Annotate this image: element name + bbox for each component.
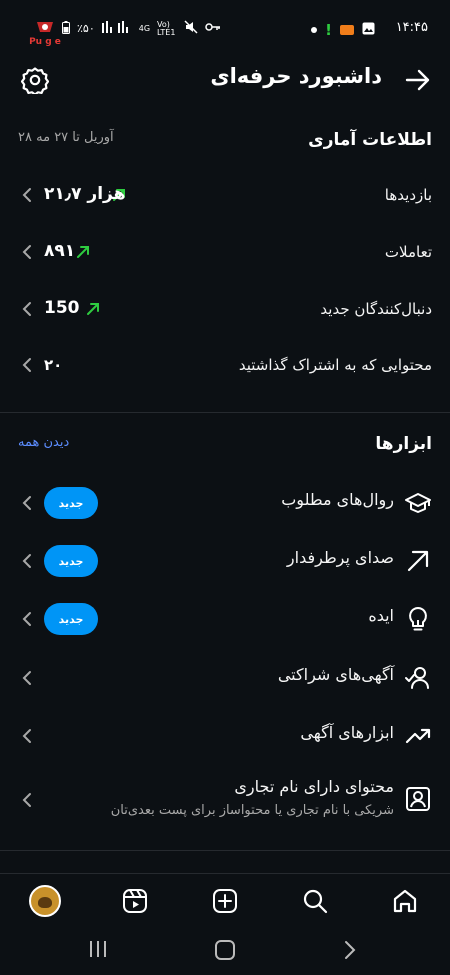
lightbulb-icon <box>409 607 427 631</box>
app-notification-icon <box>340 24 354 35</box>
home-button[interactable] <box>214 939 236 965</box>
trend-up-icon <box>87 303 99 315</box>
stat-value: ۲۱٫۷ هزار <box>44 184 126 204</box>
tools-title: ابزارها <box>375 434 432 454</box>
user-check-icon <box>405 667 429 689</box>
tool-row-ad-tools[interactable]: ابزارهای آگهی <box>0 708 450 764</box>
system-navigation <box>0 927 450 975</box>
stat-row-content-shared[interactable]: محتوایی که به اشتراک گذاشتید ۲۰ <box>0 346 450 386</box>
avatar <box>29 885 61 917</box>
chevron-left-icon <box>22 793 31 807</box>
gear-icon <box>20 67 50 96</box>
tool-label: ابزارهای آگهی <box>300 723 394 742</box>
volte-label: Vo) LTE1 <box>157 19 176 37</box>
stat-label: دنبال‌کنندگان جدید <box>320 300 432 318</box>
image-icon <box>362 20 375 39</box>
chevron-left-icon <box>22 302 31 316</box>
home-icon <box>393 889 417 913</box>
network-type: 4G <box>138 24 151 33</box>
new-badge: جدید <box>44 487 98 519</box>
chevron-left-icon <box>22 188 31 202</box>
chevron-left-icon <box>22 612 31 626</box>
chevron-left-icon <box>22 554 31 568</box>
back-system-button[interactable] <box>342 939 358 965</box>
status-right-icons: ! <box>311 20 375 39</box>
arrow-up-right-icon <box>407 550 429 572</box>
search-tab[interactable] <box>298 884 332 918</box>
settings-button[interactable] <box>20 66 50 98</box>
home-square-icon <box>215 940 235 960</box>
reels-icon <box>123 889 147 913</box>
branded-content-icon <box>406 787 430 811</box>
chevron-left-icon <box>22 358 31 372</box>
stat-row-new-followers[interactable]: دنبال‌کنندگان جدید 150 <box>0 290 450 330</box>
reels-tab[interactable] <box>118 884 152 918</box>
trend-up-icon <box>77 246 89 258</box>
status-bar: Pu g e ٪۵۰ 4G Vo) LTE1 ! ۱۴:۴۵ <box>0 0 450 58</box>
tool-label: روال‌های مطلوب <box>281 490 394 509</box>
stat-label: بازدیدها <box>384 186 432 204</box>
recent-apps-icon <box>90 941 106 957</box>
page-title: داشبورد حرفه‌ای <box>210 64 382 88</box>
tool-label: محتوای دارای نام تجاری <box>234 777 394 796</box>
stats-header: اطلاعات آماری ۲۸ آوریل تا ۲۷ مه <box>0 128 450 158</box>
tools-header: ابزارها دیدن همه <box>0 432 450 462</box>
key-icon <box>205 22 221 35</box>
mute-icon <box>184 20 198 37</box>
stat-value: ۲۰ <box>44 356 63 374</box>
stat-label: محتوایی که به اشتراک گذاشتید <box>238 356 432 374</box>
notification-dot-icon <box>311 26 318 33</box>
tool-label: آگهی‌های شراکتی <box>277 665 394 684</box>
tool-sublabel: شریکی با نام تجاری یا محتواساز برای پست … <box>110 803 394 818</box>
new-badge: جدید <box>44 545 98 577</box>
clock: ۱۴:۴۵ <box>395 20 428 35</box>
chevron-right-icon <box>345 941 356 959</box>
tool-row-ideas[interactable]: ایده جدید <box>0 591 450 647</box>
home-tab[interactable] <box>388 884 422 918</box>
tool-row-branded-content[interactable]: محتوای دارای نام تجاری شریکی با نام تجار… <box>0 767 450 835</box>
new-badge: جدید <box>44 603 98 635</box>
battery-icon <box>62 20 70 37</box>
tool-row-trending-audio[interactable]: صدای پرطرفدار جدید <box>0 533 450 589</box>
stat-row-interactions[interactable]: تعاملات ۸۹۱ <box>0 233 450 273</box>
profile-tab[interactable] <box>28 884 62 918</box>
tool-row-best-practices[interactable]: روال‌های مطلوب جدید <box>0 475 450 531</box>
stat-value: ۸۹۱ <box>44 241 76 261</box>
graduation-cap-icon <box>405 493 431 513</box>
stat-label: تعاملات <box>384 243 432 261</box>
create-icon <box>213 889 237 913</box>
section-divider <box>0 412 450 413</box>
alert-icon: ! <box>325 20 332 39</box>
date-range: ۲۸ آوریل تا ۲۷ مه <box>18 130 114 145</box>
chevron-left-icon <box>22 496 31 510</box>
trending-up-icon <box>405 728 431 744</box>
chevron-left-icon <box>22 729 31 743</box>
section-divider <box>0 850 450 851</box>
bottom-navigation <box>0 873 450 927</box>
arrow-right-icon <box>405 69 430 91</box>
chevron-left-icon <box>22 671 31 685</box>
tool-label: ایده <box>368 606 394 625</box>
recent-apps-button[interactable] <box>88 939 108 963</box>
battery-percent: ٪۵۰ <box>77 22 95 35</box>
see-all-link[interactable]: دیدن همه <box>18 435 69 450</box>
create-tab[interactable] <box>208 884 242 918</box>
status-left-icons: ٪۵۰ 4G Vo) LTE1 <box>62 20 221 37</box>
chevron-left-icon <box>22 245 31 259</box>
signal-icon <box>101 21 132 36</box>
stat-value: 150 <box>44 298 80 318</box>
top-app-bar: داشبورد حرفه‌ای <box>0 58 450 102</box>
search-icon <box>303 889 328 914</box>
svg-text:Pu g e: Pu g e <box>29 37 61 47</box>
back-button[interactable] <box>404 66 432 98</box>
tool-row-partnership-ads[interactable]: آگهی‌های شراکتی <box>0 650 450 706</box>
stat-row-views[interactable]: بازدیدها ۲۱٫۷ هزار <box>0 176 450 216</box>
tool-label: صدای پرطرفدار <box>286 548 394 567</box>
stats-title: اطلاعات آماری <box>308 130 432 150</box>
